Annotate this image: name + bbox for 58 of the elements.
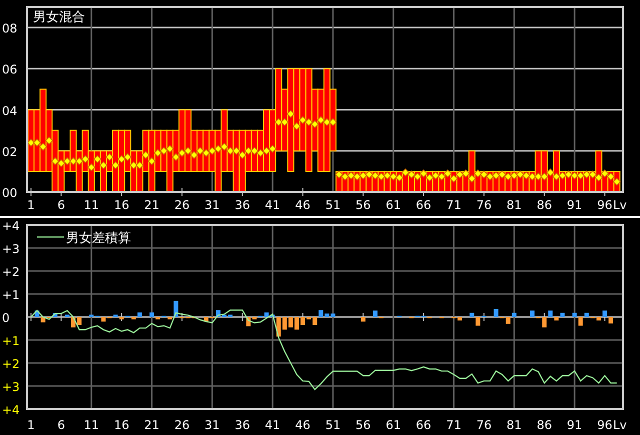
x-tick-label: 6 bbox=[57, 418, 65, 432]
x-tick-label: 61 bbox=[386, 198, 401, 212]
x-tick-label: 21 bbox=[144, 198, 160, 212]
y-tick-label: 02 bbox=[2, 144, 18, 159]
x-tick-label: 26 bbox=[174, 198, 190, 212]
x-tick-label: 86 bbox=[536, 198, 552, 212]
x-tick-label: 41 bbox=[264, 198, 280, 212]
x-tick-label: 91 bbox=[566, 418, 582, 432]
y-tick-label: +4 bbox=[2, 219, 20, 233]
x-tick-label: 1 bbox=[27, 198, 35, 212]
x-tick-label: 36 bbox=[234, 198, 250, 212]
x-tick-label: 11 bbox=[84, 198, 100, 212]
x-tick-label: 46 bbox=[295, 418, 310, 432]
x-tick-label: 91 bbox=[566, 198, 582, 212]
x-tick-label: 41 bbox=[264, 418, 280, 432]
y-tick-label: +1 bbox=[2, 288, 20, 302]
x-tick-label: 11 bbox=[84, 418, 100, 432]
x-axis-label: Lv bbox=[613, 418, 627, 432]
y-tick-label: +2 bbox=[2, 357, 20, 371]
y-tick-label: +4 bbox=[2, 403, 20, 417]
y-tick-label: +2 bbox=[2, 265, 20, 279]
x-tick-label: 46 bbox=[295, 198, 310, 212]
x-tick-label: 66 bbox=[416, 198, 432, 212]
x-tick-label: 61 bbox=[386, 418, 401, 432]
legend-label: 男女差積算 bbox=[66, 231, 131, 246]
x-tick-label: 36 bbox=[234, 418, 250, 432]
x-tick-label: 66 bbox=[416, 418, 432, 432]
x-tick-label: 16 bbox=[114, 198, 130, 212]
x-tick-label: 76 bbox=[476, 198, 492, 212]
x-tick-label: 26 bbox=[174, 418, 190, 432]
x-tick-label: 16 bbox=[114, 418, 130, 432]
x-tick-label: 71 bbox=[446, 418, 462, 432]
x-tick-label: 81 bbox=[506, 198, 522, 212]
x-tick-label: 71 bbox=[446, 198, 462, 212]
x-tick-label: 51 bbox=[325, 198, 341, 212]
x-tick-label: 21 bbox=[144, 418, 160, 432]
y-tick-label: 0 bbox=[2, 311, 10, 325]
x-tick-label: 51 bbox=[325, 418, 341, 432]
x-tick-label: 56 bbox=[356, 418, 371, 432]
x-tick-label: 86 bbox=[536, 418, 552, 432]
x-tick-label: 6 bbox=[57, 198, 65, 212]
chart-title: 男女混合 bbox=[33, 10, 85, 25]
x-tick-label: 76 bbox=[476, 418, 492, 432]
y-tick-label: +1 bbox=[2, 334, 20, 348]
x-tick-label: 56 bbox=[356, 198, 371, 212]
y-tick-label: +3 bbox=[2, 380, 20, 394]
x-tick-label: 96 bbox=[597, 198, 612, 212]
x-tick-label: 31 bbox=[204, 198, 220, 212]
x-tick-label: 31 bbox=[204, 418, 220, 432]
y-tick-label: 00 bbox=[2, 186, 18, 200]
x-tick-label: 81 bbox=[506, 418, 522, 432]
x-tick-label: 96 bbox=[597, 418, 612, 432]
y-tick-label: 08 bbox=[2, 22, 18, 36]
y-tick-label: +3 bbox=[2, 242, 20, 256]
y-tick-label: 06 bbox=[2, 62, 18, 77]
x-tick-label: 1 bbox=[27, 418, 35, 432]
x-axis-label: Lv bbox=[613, 198, 627, 212]
y-tick-label: 04 bbox=[2, 104, 18, 118]
